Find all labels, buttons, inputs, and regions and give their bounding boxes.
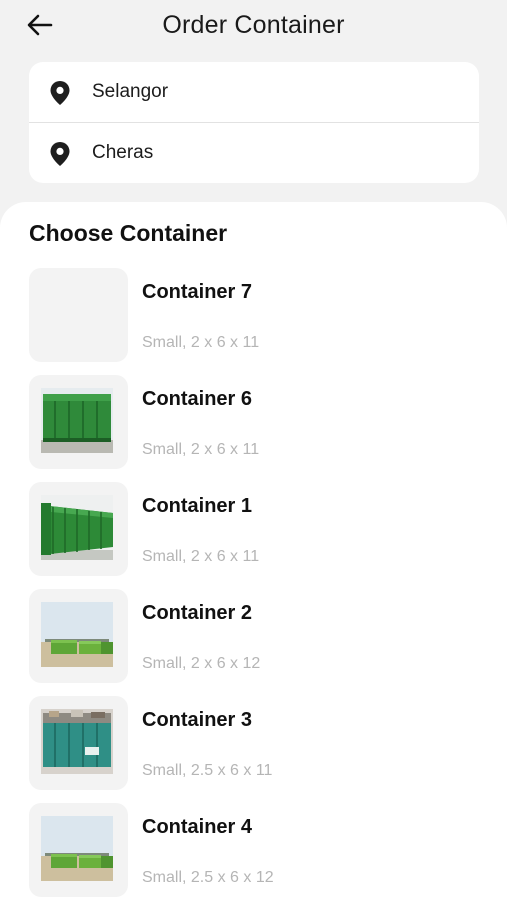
container-photo — [41, 816, 113, 881]
container-name: Container 2 — [142, 602, 253, 624]
container-thumbnail — [29, 696, 128, 790]
container-name: Container 7 — [142, 281, 253, 303]
location-card: Selangor Cheras — [29, 62, 479, 183]
pickup-location-row[interactable]: Selangor — [29, 62, 479, 122]
container-item[interactable]: Container 4 Small, 2.5 x 6 x 12 — [29, 803, 489, 910]
container-item[interactable]: Container 7 Small, 2 x 6 x 11 — [29, 268, 489, 375]
container-spec: Small, 2 x 6 x 11 — [142, 441, 260, 458]
container-name: Container 3 — [142, 709, 253, 731]
container-item[interactable]: Container 6 Small, 2 x 6 x 11 — [29, 375, 489, 482]
container-thumbnail — [29, 268, 128, 362]
container-spec: Small, 2 x 6 x 11 — [142, 548, 260, 565]
location-pin-icon — [50, 81, 70, 105]
container-photo — [41, 709, 113, 774]
section-title: Choose Container — [29, 220, 228, 246]
container-item[interactable]: Container 2 Small, 2 x 6 x 12 — [29, 589, 489, 696]
page-title: Order Container — [162, 11, 345, 39]
container-spec: Small, 2 x 6 x 12 — [142, 655, 261, 672]
container-list: Container 7 Small, 2 x 6 x 11 Container … — [29, 268, 489, 910]
container-thumbnail — [29, 589, 128, 683]
dropoff-location-row[interactable]: Cheras — [29, 122, 479, 182]
top-bar: Order Container — [0, 0, 507, 52]
location-pin-icon — [50, 142, 70, 166]
container-thumbnail — [29, 482, 128, 576]
container-thumbnail — [29, 375, 128, 469]
container-item[interactable]: Container 1 Small, 2 x 6 x 11 — [29, 482, 489, 589]
container-thumbnail — [29, 803, 128, 897]
container-photo — [41, 602, 113, 667]
container-spec: Small, 2.5 x 6 x 11 — [142, 762, 273, 779]
container-spec: Small, 2 x 6 x 11 — [142, 334, 260, 351]
container-name: Container 1 — [142, 495, 253, 517]
dropoff-location-text: Cheras — [92, 141, 154, 163]
pickup-location-text: Selangor — [92, 81, 169, 102]
container-sheet: Choose Container Container 7 Small, 2 x … — [0, 202, 507, 922]
container-photo — [41, 495, 113, 560]
container-photo — [41, 388, 113, 453]
container-name: Container 4 — [142, 816, 253, 838]
container-item[interactable]: Container 3 Small, 2.5 x 6 x 11 — [29, 696, 489, 803]
container-spec: Small, 2.5 x 6 x 12 — [142, 869, 274, 886]
container-name: Container 6 — [142, 388, 253, 410]
